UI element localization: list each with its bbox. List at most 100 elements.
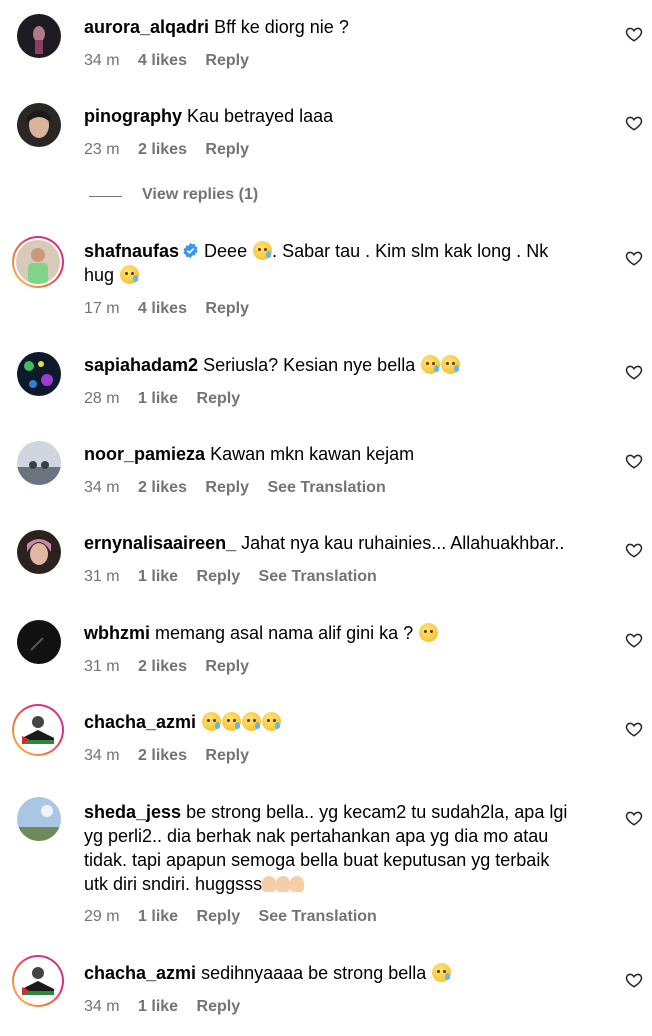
comment-body: tidak. tapi apapun semoga bella buat kep… [84, 850, 550, 870]
likes-count[interactable]: 1 like [138, 568, 178, 585]
comment-body: Seriusla? Kesian nye bella [203, 355, 416, 375]
comment-body: Kau betrayed laaa [187, 106, 334, 126]
avatar[interactable] [17, 530, 61, 574]
folded-hands-emoji [290, 876, 305, 892]
heart-outline-icon[interactable] [625, 452, 643, 470]
comment-body: Kawan mkn kawan kejam [210, 444, 415, 464]
username[interactable]: chacha_azmi [84, 712, 196, 732]
comment-text: chacha_azmi sedihnyaaaa be strong bella [84, 961, 604, 985]
see-translation-button[interactable]: See Translation [259, 908, 377, 925]
avatar[interactable] [12, 955, 64, 1007]
comment-text: chacha_azmi [84, 710, 604, 734]
reply-button[interactable]: Reply [205, 52, 249, 69]
crying-face-emoji [432, 963, 452, 982]
crying-face-emoji [242, 712, 262, 731]
avatar[interactable] [17, 14, 61, 58]
reply-button[interactable]: Reply [197, 568, 241, 585]
comment-meta: 29 m 1 like Reply See Translation [84, 907, 391, 927]
comment-text: ernynalisaaireen_ Jahat nya kau ruhainie… [84, 531, 604, 555]
reply-button[interactable]: Reply [205, 658, 249, 675]
comment-text: sheda_jess be strong bella.. yg kecam2 t… [84, 800, 604, 896]
heart-outline-icon[interactable] [625, 25, 643, 43]
username[interactable]: wbhzmi [84, 623, 150, 643]
comment-text: shafnaufas Deee . Sabar tau . Kim slm ka… [84, 239, 604, 287]
comment-body: Jahat nya kau ruhainies... Allahuakhbar.… [241, 533, 565, 553]
heart-outline-icon[interactable] [625, 114, 643, 132]
heart-outline-icon[interactable] [625, 363, 643, 381]
timestamp: 34 m [84, 747, 120, 764]
verified-badge-icon [182, 241, 199, 259]
comment-body: Bff ke diorg nie ? [214, 17, 349, 37]
comment-meta: 34 m 2 likes Reply See Translation [84, 478, 400, 498]
heart-outline-icon[interactable] [625, 720, 643, 738]
see-translation-button[interactable]: See Translation [267, 479, 385, 496]
reply-button[interactable]: Reply [197, 390, 241, 407]
view-replies-label: View replies (1) [142, 186, 259, 203]
heart-outline-icon[interactable] [625, 971, 643, 989]
avatar[interactable] [12, 704, 64, 756]
see-translation-button[interactable]: See Translation [259, 568, 377, 585]
username[interactable]: sheda_jess [84, 802, 181, 822]
heart-outline-icon[interactable] [625, 631, 643, 649]
likes-count[interactable]: 2 likes [138, 747, 187, 764]
timestamp: 31 m [84, 658, 120, 675]
avatar[interactable] [17, 620, 61, 664]
folded-hands-emoji [262, 876, 277, 892]
comment-text: noor_pamieza Kawan mkn kawan kejam [84, 442, 604, 466]
likes-count[interactable]: 2 likes [138, 141, 187, 158]
reply-button[interactable]: Reply [205, 479, 249, 496]
crying-face-emoji [441, 355, 461, 374]
timestamp: 23 m [84, 141, 120, 158]
username[interactable]: noor_pamieza [84, 444, 205, 464]
timestamp: 31 m [84, 568, 120, 585]
likes-count[interactable]: 1 like [138, 998, 178, 1015]
timestamp: 34 m [84, 479, 120, 496]
username[interactable]: aurora_alqadri [84, 17, 209, 37]
heart-outline-icon[interactable] [625, 541, 643, 559]
comment-body: sedihnyaaaa be strong bella [201, 963, 427, 983]
likes-count[interactable]: 1 like [138, 390, 178, 407]
reply-button[interactable]: Reply [197, 908, 241, 925]
reply-button[interactable]: Reply [197, 998, 241, 1015]
likes-count[interactable]: 2 likes [138, 658, 187, 675]
username[interactable]: pinography [84, 106, 182, 126]
username[interactable]: shafnaufas [84, 241, 179, 261]
relieved-face-emoji [419, 623, 439, 642]
comment-body: hug [84, 265, 115, 285]
folded-hands-emoji [276, 876, 291, 892]
comment-body: Deee [204, 241, 248, 261]
comment-meta: 34 m 1 like Reply [84, 997, 254, 1017]
username[interactable]: chacha_azmi [84, 963, 196, 983]
comment-body: . Sabar tau . Kim slm kak long . Nk [272, 241, 549, 261]
comment-body: yg perli2.. dia berhak nak pertahankan a… [84, 826, 549, 846]
reply-button[interactable]: Reply [205, 141, 249, 158]
avatar[interactable] [17, 797, 61, 841]
likes-count[interactable]: 2 likes [138, 479, 187, 496]
comment-body: memang asal nama alif gini ka ? [155, 623, 414, 643]
likes-count[interactable]: 1 like [138, 908, 178, 925]
username[interactable]: sapiahadam2 [84, 355, 198, 375]
comment-meta: 31 m 1 like Reply See Translation [84, 567, 391, 587]
comment-meta: 31 m 2 likes Reply [84, 657, 263, 677]
comment-text: aurora_alqadri Bff ke diorg nie ? [84, 15, 604, 39]
heart-outline-icon[interactable] [625, 249, 643, 267]
heart-outline-icon[interactable] [625, 809, 643, 827]
reply-button[interactable]: Reply [205, 747, 249, 764]
likes-count[interactable]: 4 likes [138, 52, 187, 69]
comment-text: pinography Kau betrayed laaa [84, 104, 604, 128]
avatar[interactable] [17, 352, 61, 396]
comment-body: be strong bella.. yg kecam2 tu sudah2la,… [186, 802, 568, 822]
crying-face-emoji [222, 712, 242, 731]
crying-face-emoji [421, 355, 441, 374]
avatar[interactable] [17, 441, 61, 485]
timestamp: 17 m [84, 300, 120, 317]
avatar[interactable] [12, 236, 64, 288]
comment-meta: 17 m 4 likes Reply [84, 299, 263, 319]
crying-face-emoji [253, 241, 273, 260]
reply-button[interactable]: Reply [205, 300, 249, 317]
timestamp: 29 m [84, 908, 120, 925]
timestamp: 28 m [84, 390, 120, 407]
avatar[interactable] [17, 103, 61, 147]
likes-count[interactable]: 4 likes [138, 300, 187, 317]
username[interactable]: ernynalisaaireen_ [84, 533, 236, 553]
